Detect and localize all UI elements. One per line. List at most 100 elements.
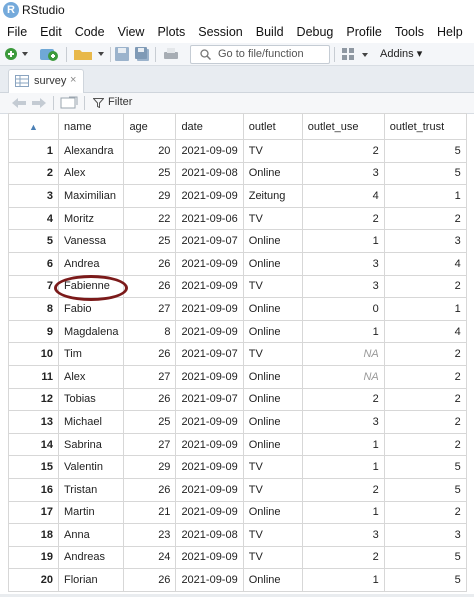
open-in-window-icon[interactable] (60, 96, 78, 110)
cell-outlet-use: 1 (301, 568, 385, 592)
chevron-down-icon: ▾ (416, 48, 423, 60)
addins-button[interactable]: Addins ▾ (380, 47, 422, 60)
row-index: 9 (8, 319, 59, 344)
save-all-icon[interactable] (134, 46, 150, 62)
table-row[interactable]: 7 Fabienne 26 2021-09-09 TV 3 2 (8, 274, 467, 299)
menu-session[interactable]: Session (198, 25, 242, 39)
table-row[interactable]: 1 Alexandra 20 2021-09-09 TV 2 5 (8, 139, 467, 163)
cell-outlet: Online (242, 297, 303, 321)
menu-code[interactable]: Code (75, 25, 105, 39)
new-file-icon[interactable] (4, 46, 30, 62)
cell-date: 2021-09-09 (175, 500, 244, 525)
column-header-outlet-trust[interactable]: outlet_trust (383, 113, 467, 140)
cell-age: 27 (123, 364, 177, 389)
toolbar-separator (84, 96, 85, 110)
table-row[interactable]: 18 Anna 23 2021-09-08 TV 3 3 (8, 523, 467, 547)
open-project-icon[interactable] (38, 46, 62, 62)
window-title: RStudio (22, 3, 65, 17)
row-index: 3 (8, 184, 59, 208)
cell-outlet: TV (242, 523, 303, 547)
cell-outlet-trust: 4 (383, 251, 467, 276)
column-header-outlet[interactable]: outlet (242, 113, 303, 140)
cell-outlet-use: NA (301, 364, 385, 389)
grid-layout-icon[interactable] (341, 46, 371, 62)
cell-outlet-use: NA (301, 342, 385, 366)
table-row[interactable]: 12 Tobias 26 2021-09-07 Online 2 2 (8, 387, 467, 412)
table-row[interactable]: 15 Valentin 29 2021-09-09 TV 1 5 (8, 455, 467, 479)
open-folder-icon[interactable] (72, 46, 106, 62)
cell-outlet-trust: 5 (383, 477, 467, 502)
cell-name: Michael (57, 410, 125, 434)
row-index: 17 (8, 500, 59, 525)
column-header-outlet-use[interactable]: outlet_use (301, 113, 385, 140)
cell-outlet-trust: 2 (383, 342, 467, 366)
cell-outlet-use: 2 (301, 139, 385, 163)
table-row[interactable]: 10 Tim 26 2021-09-07 TV NA 2 (8, 342, 467, 366)
table-row[interactable]: 20 Florian 26 2021-09-09 Online 1 5 (8, 568, 467, 592)
cell-outlet-trust: 3 (383, 229, 467, 253)
back-forward-icon[interactable] (10, 97, 48, 109)
menu-build[interactable]: Build (256, 25, 284, 39)
cell-name: Florian (57, 568, 125, 592)
table-row[interactable]: 16 Tristan 26 2021-09-09 TV 2 5 (8, 477, 467, 502)
menu-profile[interactable]: Profile (346, 25, 381, 39)
rstudio-logo-icon: R (3, 2, 19, 18)
table-row[interactable]: 17 Martin 21 2021-09-09 Online 1 2 (8, 500, 467, 525)
table-row[interactable]: 5 Vanessa 25 2021-09-07 Online 1 3 (8, 229, 467, 253)
table-row[interactable]: 9 Magdalena 8 2021-09-09 Online 1 4 (8, 319, 467, 344)
row-index: 4 (8, 206, 59, 231)
cell-date: 2021-09-06 (175, 206, 244, 231)
cell-name: Magdalena (57, 319, 125, 344)
menu-bar: File Edit Code View Plots Session Build … (0, 22, 474, 42)
menu-file[interactable]: File (7, 25, 27, 39)
tab-survey[interactable]: survey × (8, 69, 84, 93)
column-header-date[interactable]: date (175, 113, 244, 140)
menu-debug[interactable]: Debug (297, 25, 334, 39)
menu-tools[interactable]: Tools (395, 25, 424, 39)
cell-outlet-use: 0 (301, 297, 385, 321)
cell-age: 26 (123, 387, 177, 412)
cell-outlet: Online (242, 364, 303, 389)
cell-date: 2021-09-09 (175, 139, 244, 163)
table-row[interactable]: 11 Alex 27 2021-09-09 Online NA 2 (8, 364, 467, 389)
table-row[interactable]: 19 Andreas 24 2021-09-09 TV 2 5 (8, 545, 467, 570)
main-toolbar: Go to file/function Addins ▾ (0, 43, 474, 66)
row-index: 7 (8, 274, 59, 299)
row-index: 13 (8, 410, 59, 434)
close-icon[interactable]: × (70, 74, 76, 86)
row-index-header[interactable]: ▲ (8, 113, 59, 140)
table-row[interactable]: 6 Andrea 26 2021-09-09 Online 3 4 (8, 251, 467, 276)
cell-outlet: TV (242, 342, 303, 366)
table-row[interactable]: 3 Maximilian 29 2021-09-09 Zeitung 4 1 (8, 184, 467, 208)
cell-outlet: TV (242, 274, 303, 299)
cell-age: 29 (123, 455, 177, 479)
table-row[interactable]: 8 Fabio 27 2021-09-09 Online 0 1 (8, 297, 467, 321)
table-row[interactable]: 4 Moritz 22 2021-09-06 TV 2 2 (8, 206, 467, 231)
cell-date: 2021-09-08 (175, 161, 244, 186)
row-index: 19 (8, 545, 59, 570)
cell-name: Alex (57, 161, 125, 186)
save-icon[interactable] (114, 46, 130, 62)
cell-date: 2021-09-09 (175, 274, 244, 299)
filter-button[interactable]: Filter (108, 96, 132, 108)
cell-age: 26 (123, 477, 177, 502)
menu-help[interactable]: Help (437, 25, 463, 39)
menu-edit[interactable]: Edit (40, 25, 62, 39)
goto-file-function-input[interactable]: Go to file/function (190, 45, 330, 64)
cell-outlet-use: 1 (301, 432, 385, 457)
column-header-age[interactable]: age (123, 113, 177, 140)
cell-outlet: Online (242, 161, 303, 186)
table-row[interactable]: 2 Alex 25 2021-09-08 Online 3 5 (8, 161, 467, 186)
print-icon[interactable] (162, 46, 180, 62)
search-icon (200, 49, 211, 60)
cell-name: Andrea (57, 251, 125, 276)
cell-age: 26 (123, 274, 177, 299)
menu-view[interactable]: View (118, 25, 145, 39)
column-header-name[interactable]: name (57, 113, 125, 140)
table-row[interactable]: 14 Sabrina 27 2021-09-09 Online 1 2 (8, 432, 467, 457)
title-bar: R RStudio (0, 0, 474, 20)
table-row[interactable]: 13 Michael 25 2021-09-09 Online 3 2 (8, 410, 467, 434)
cell-outlet-use: 1 (301, 319, 385, 344)
cell-name: Fabio (57, 297, 125, 321)
menu-plots[interactable]: Plots (157, 25, 185, 39)
